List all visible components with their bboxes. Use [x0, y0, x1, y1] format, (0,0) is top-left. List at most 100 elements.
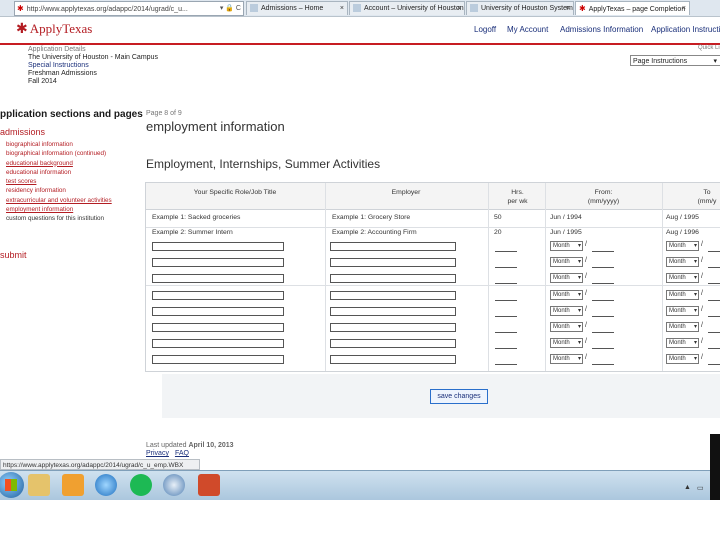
- powerpoint-icon[interactable]: [198, 474, 220, 496]
- date-separator: /: [585, 322, 587, 329]
- hours-input[interactable]: [495, 251, 517, 252]
- to-month-select[interactable]: Month: [666, 290, 699, 300]
- to-month-select[interactable]: Month: [666, 241, 699, 251]
- employer-input[interactable]: [330, 242, 456, 251]
- nav-admissions-information[interactable]: Admissions Information: [560, 25, 643, 34]
- to-year-input[interactable]: [708, 251, 720, 252]
- hours-input[interactable]: [495, 364, 517, 365]
- hours-input[interactable]: [495, 283, 517, 284]
- to-year-input[interactable]: [708, 364, 720, 365]
- hours-input[interactable]: [495, 300, 517, 301]
- to-month-select[interactable]: Month: [666, 338, 699, 348]
- sidebar-item[interactable]: test scores: [6, 177, 112, 186]
- from-year-input[interactable]: [592, 348, 614, 349]
- to-year-input[interactable]: [708, 348, 720, 349]
- tray-arrow-icon[interactable]: ▲: [684, 484, 691, 491]
- browser-tab[interactable]: University of Houston System ×: [466, 1, 574, 15]
- internet-explorer-icon[interactable]: [95, 474, 117, 496]
- from-month-select[interactable]: Month: [550, 273, 583, 283]
- browser-tab[interactable]: Account – University of Houston ×: [349, 1, 465, 15]
- tab-close-icon[interactable]: ×: [340, 2, 344, 15]
- sidebar-item[interactable]: custom questions for this institution: [6, 214, 112, 223]
- from-year-input[interactable]: [592, 251, 614, 252]
- browser-tab[interactable]: Admissions – Home ×: [246, 1, 348, 15]
- application-details: Application Details The University of Ho…: [28, 46, 158, 86]
- spotify-icon[interactable]: [130, 474, 152, 496]
- to-month-select[interactable]: Month: [666, 354, 699, 364]
- quick-links-select[interactable]: Page Instructions ▾: [630, 55, 720, 66]
- sidebar-item[interactable]: biographical information: [6, 140, 112, 149]
- sidebar-item[interactable]: extracurricular and volunteer activities: [6, 196, 112, 205]
- nav-my-account[interactable]: My Account: [507, 25, 548, 34]
- special-instructions-link[interactable]: Special Instructions: [28, 62, 158, 70]
- employer-input[interactable]: [330, 355, 456, 364]
- faq-link[interactable]: FAQ: [175, 450, 189, 457]
- from-month-select[interactable]: Month: [550, 241, 583, 251]
- address-bar[interactable]: ✱ http://www.applytexas.org/adappc/2014/u…: [14, 1, 244, 16]
- from-year-input[interactable]: [592, 283, 614, 284]
- to-year-input[interactable]: [708, 283, 720, 284]
- media-player-icon[interactable]: [62, 474, 84, 496]
- tab-favicon-icon: [250, 4, 258, 13]
- role-input[interactable]: [152, 274, 284, 283]
- to-year-input[interactable]: [708, 267, 720, 268]
- from-year-input[interactable]: [592, 267, 614, 268]
- browser-tab-active[interactable]: ✱ ApplyTexas – page Completion ×: [575, 1, 690, 15]
- role-input[interactable]: [152, 355, 284, 364]
- hours-input[interactable]: [495, 267, 517, 268]
- tray-network-icon[interactable]: ▭: [697, 484, 704, 492]
- sidebar-admissions[interactable]: admissions: [0, 127, 45, 137]
- employer-input[interactable]: [330, 307, 456, 316]
- to-year-input[interactable]: [708, 316, 720, 317]
- from-month-select[interactable]: Month: [550, 338, 583, 348]
- role-input[interactable]: [152, 258, 284, 267]
- tab-favicon-icon: ✱: [579, 4, 586, 13]
- employer-input[interactable]: [330, 258, 456, 267]
- from-month-select[interactable]: Month: [550, 290, 583, 300]
- role-input[interactable]: [152, 291, 284, 300]
- from-year-input[interactable]: [592, 300, 614, 301]
- to-month-select[interactable]: Month: [666, 306, 699, 316]
- employer-input[interactable]: [330, 323, 456, 332]
- employer-input[interactable]: [330, 339, 456, 348]
- hours-input[interactable]: [495, 348, 517, 349]
- nav-logoff[interactable]: Logoff: [474, 25, 496, 34]
- from-year-input[interactable]: [592, 316, 614, 317]
- from-year-input[interactable]: [592, 364, 614, 365]
- file-explorer-icon[interactable]: [28, 474, 50, 496]
- from-month-select[interactable]: Month: [550, 306, 583, 316]
- to-year-input[interactable]: [708, 332, 720, 333]
- sidebar-submit[interactable]: submit: [0, 250, 27, 260]
- to-month-select[interactable]: Month: [666, 257, 699, 267]
- itunes-icon[interactable]: [163, 474, 185, 496]
- sidebar-item[interactable]: educational background: [6, 159, 112, 168]
- tab-close-icon[interactable]: ×: [566, 2, 570, 15]
- to-month-select[interactable]: Month: [666, 273, 699, 283]
- applytexas-logo[interactable]: ✱ ApplyTexas: [16, 21, 92, 38]
- tab-close-icon[interactable]: ×: [457, 2, 461, 15]
- from-month-select[interactable]: Month: [550, 354, 583, 364]
- privacy-link[interactable]: Privacy: [146, 450, 169, 457]
- sidebar-item-current[interactable]: employment information: [6, 205, 112, 214]
- save-changes-button[interactable]: save changes: [430, 389, 488, 404]
- role-input[interactable]: [152, 307, 284, 316]
- sidebar-item[interactable]: biographical information (continued): [6, 149, 112, 158]
- to-year-input[interactable]: [708, 300, 720, 301]
- from-year-input[interactable]: [592, 332, 614, 333]
- employer-input[interactable]: [330, 291, 456, 300]
- from-month-select[interactable]: Month: [550, 257, 583, 267]
- role-input[interactable]: [152, 339, 284, 348]
- hours-input[interactable]: [495, 316, 517, 317]
- employer-input[interactable]: [330, 274, 456, 283]
- hours-input[interactable]: [495, 332, 517, 333]
- sidebar-item[interactable]: educational information: [6, 168, 112, 177]
- nav-application-instructions[interactable]: Application Instructions: [651, 25, 720, 34]
- address-actions-icon[interactable]: ▾ 🔒 C: [220, 2, 241, 15]
- from-month-select[interactable]: Month: [550, 322, 583, 332]
- role-input[interactable]: [152, 242, 284, 251]
- tab-close-icon[interactable]: ×: [682, 2, 686, 15]
- date-separator: /: [701, 241, 703, 248]
- role-input[interactable]: [152, 323, 284, 332]
- sidebar-item[interactable]: residency information: [6, 186, 112, 195]
- to-month-select[interactable]: Month: [666, 322, 699, 332]
